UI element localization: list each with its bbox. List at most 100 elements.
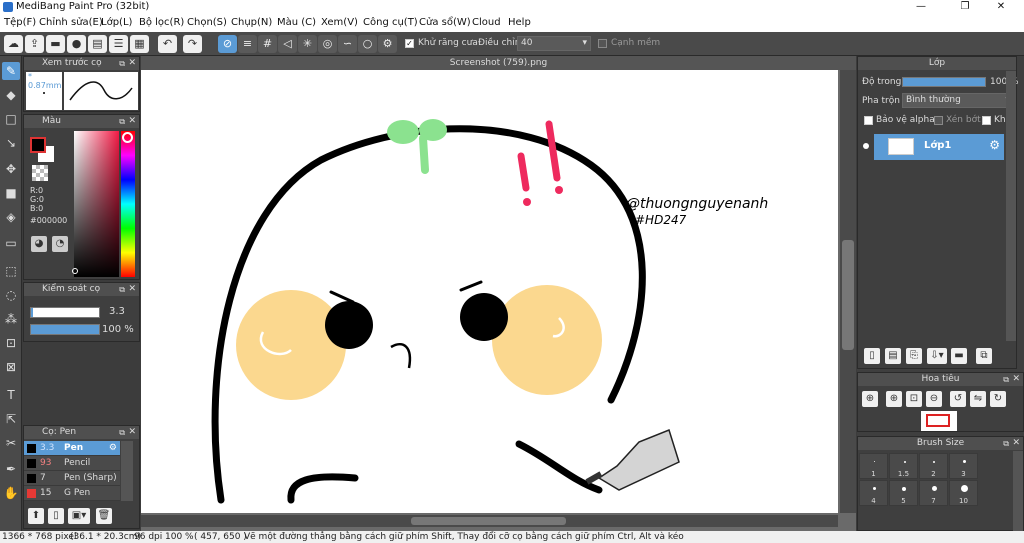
layer-opacity-slider[interactable] [902, 77, 986, 87]
zoom-in-plus-icon[interactable]: ⊕ [886, 391, 902, 407]
menu-view[interactable]: Xem(V) [321, 17, 358, 28]
comment-icon[interactable]: ▬ [46, 35, 65, 53]
cloud-icon[interactable]: ☁ [4, 35, 23, 53]
brush-item-pen-sharp[interactable]: 7 Pen (Sharp) [24, 471, 120, 486]
radial-snap-icon[interactable]: ✳ [298, 35, 317, 53]
brush-size-cell[interactable]: 4 [859, 480, 888, 506]
cross-snap-icon[interactable]: # [258, 35, 277, 53]
hue-slider[interactable] [121, 131, 135, 277]
maximize-button[interactable]: ❐ [950, 0, 980, 14]
undock-icon[interactable]: ⧉ [119, 57, 125, 70]
flip-icon[interactable]: ⇋ [970, 391, 986, 407]
zoom-in-icon[interactable]: ⊕ [862, 391, 878, 407]
fill-rect-tool-icon[interactable]: ■ [2, 184, 20, 202]
document-tab[interactable]: Screenshot (759).png [141, 56, 856, 70]
ellipse-snap-icon[interactable]: ○ [358, 35, 377, 53]
sv-cursor[interactable] [72, 268, 78, 274]
curve-snap-icon[interactable]: ∽ [338, 35, 357, 53]
menu-tools[interactable]: Công cụ(T) [363, 17, 418, 28]
vertical-scrollbar[interactable] [840, 70, 856, 513]
soft-edge-checkbox[interactable] [598, 39, 607, 48]
menu-help[interactable]: Help [508, 17, 531, 28]
select-eraser-tool-icon[interactable]: ⊠ [2, 358, 20, 376]
menu-filter[interactable]: Bộ lọc(R) [139, 17, 184, 28]
rotate-left-icon[interactable]: ↺ [950, 391, 966, 407]
brush-size-cell[interactable]: 7 [919, 480, 948, 506]
vanish-snap-icon[interactable]: ◁ [278, 35, 297, 53]
upload-icon[interactable]: ⇪ [25, 35, 44, 53]
navigator-thumbnail[interactable] [921, 411, 957, 431]
color-picker-icon[interactable]: ◔ [52, 236, 68, 252]
parallel-snap-icon[interactable]: ≡ [238, 35, 257, 53]
select-tool-icon[interactable]: ⬚ [2, 262, 20, 280]
layer-scrollbar[interactable] [1006, 71, 1016, 341]
grid-icon[interactable]: ▦ [130, 35, 149, 53]
folder-icon[interactable]: ▬ [951, 348, 967, 364]
brush-menu-icon[interactable]: ▣▾ [68, 508, 90, 524]
close-icon[interactable]: ✕ [1012, 373, 1020, 386]
brush-item-pen[interactable]: 3.3 Pen ⚙ [24, 441, 120, 456]
lock-checkbox[interactable] [982, 116, 991, 125]
menu-color[interactable]: Màu (C) [277, 17, 316, 28]
undock-icon[interactable]: ⧉ [119, 426, 125, 439]
layer-row[interactable]: Lớp1 ⚙ [874, 134, 1004, 160]
foreground-color-swatch[interactable] [30, 137, 46, 153]
bucket-tool-icon[interactable]: ◈ [2, 208, 20, 226]
brush-size-slider[interactable] [30, 307, 100, 318]
document-icon[interactable]: ▤ [88, 35, 107, 53]
brush-size-cell[interactable]: 3 [949, 453, 978, 479]
delete-brush-icon[interactable]: 🗑 [96, 508, 112, 524]
divide-tool-icon[interactable]: ✂ [2, 434, 20, 452]
eyedropper-tool-icon[interactable]: ✒ [2, 460, 20, 478]
undock-icon[interactable]: ⧉ [119, 283, 125, 296]
brush-size-cell[interactable]: 5 [889, 480, 918, 506]
zoom-out-icon[interactable]: ⊖ [926, 391, 942, 407]
close-button[interactable]: ✕ [986, 0, 1016, 14]
hand-tool-icon[interactable]: ✋ [2, 484, 20, 502]
protect-alpha-checkbox[interactable] [864, 116, 873, 125]
menu-edit[interactable]: Chỉnh sửa(E) [39, 17, 103, 28]
saturation-value-picker[interactable] [74, 131, 119, 277]
undo-icon[interactable]: ↶ [158, 35, 177, 53]
undock-icon[interactable]: ⧉ [1003, 373, 1009, 386]
eraser-tool-icon[interactable]: ◆ [2, 86, 20, 104]
brush-item-g-pen[interactable]: 15 G Pen [24, 486, 120, 501]
brush-list-scrollbar[interactable] [121, 441, 133, 501]
gear-icon[interactable]: ⚙ [109, 441, 117, 456]
close-icon[interactable]: ✕ [128, 115, 136, 128]
eye-icon[interactable] [863, 143, 869, 149]
palette-icon[interactable]: ◕ [31, 236, 47, 252]
brush-item-pencil[interactable]: 93 Pencil [24, 456, 120, 471]
minimize-button[interactable]: — [906, 0, 936, 14]
circle-snap-icon[interactable]: ◎ [318, 35, 337, 53]
close-icon[interactable]: ✕ [128, 57, 136, 70]
new-halftone-layer-icon[interactable]: ▤ [885, 348, 901, 364]
brush-size-cell[interactable]: 2 [919, 453, 948, 479]
brush-opacity-slider[interactable] [30, 324, 100, 335]
horizontal-scrollbar[interactable] [141, 515, 838, 527]
snap-settings-icon[interactable]: ⚙ [378, 35, 397, 53]
menu-cloud[interactable]: Cloud [472, 17, 501, 28]
menu-window[interactable]: Cửa sổ(W) [419, 17, 471, 28]
gear-icon[interactable]: ⚙ [989, 138, 1000, 152]
text-tool-icon[interactable]: T [2, 386, 20, 404]
close-icon[interactable]: ✕ [128, 426, 136, 439]
merge-layer-icon[interactable]: ⧉ [976, 348, 992, 364]
layer-down-icon[interactable]: ⇩▾ [927, 348, 947, 364]
brush-size-scrollbar[interactable] [1013, 451, 1023, 531]
menu-file[interactable]: Tệp(F) [4, 17, 36, 28]
brush-tool-icon[interactable]: ✎ [2, 62, 20, 80]
duplicate-layer-icon[interactable]: ⎘ [906, 348, 922, 364]
adjust-select[interactable]: 40 ▾ [517, 36, 591, 51]
add-brush-icon[interactable]: ⬆ [28, 508, 44, 524]
blend-select[interactable]: Bình thường ▾ [902, 93, 1014, 108]
close-icon[interactable]: ✕ [1012, 437, 1020, 450]
rect-tool-icon[interactable]: □ [2, 110, 20, 128]
antialias-checkbox[interactable]: ✓ [405, 39, 414, 48]
clipping-checkbox[interactable] [934, 116, 943, 125]
drawing-canvas[interactable]: @thuongnguyenanh #HD247 [141, 70, 838, 513]
dot-tool-icon[interactable]: ↘ [2, 134, 20, 152]
gradient-tool-icon[interactable]: ▭ [2, 234, 20, 252]
menu-layer[interactable]: Lớp(L) [101, 17, 132, 28]
select-pen-tool-icon[interactable]: ⊡ [2, 334, 20, 352]
